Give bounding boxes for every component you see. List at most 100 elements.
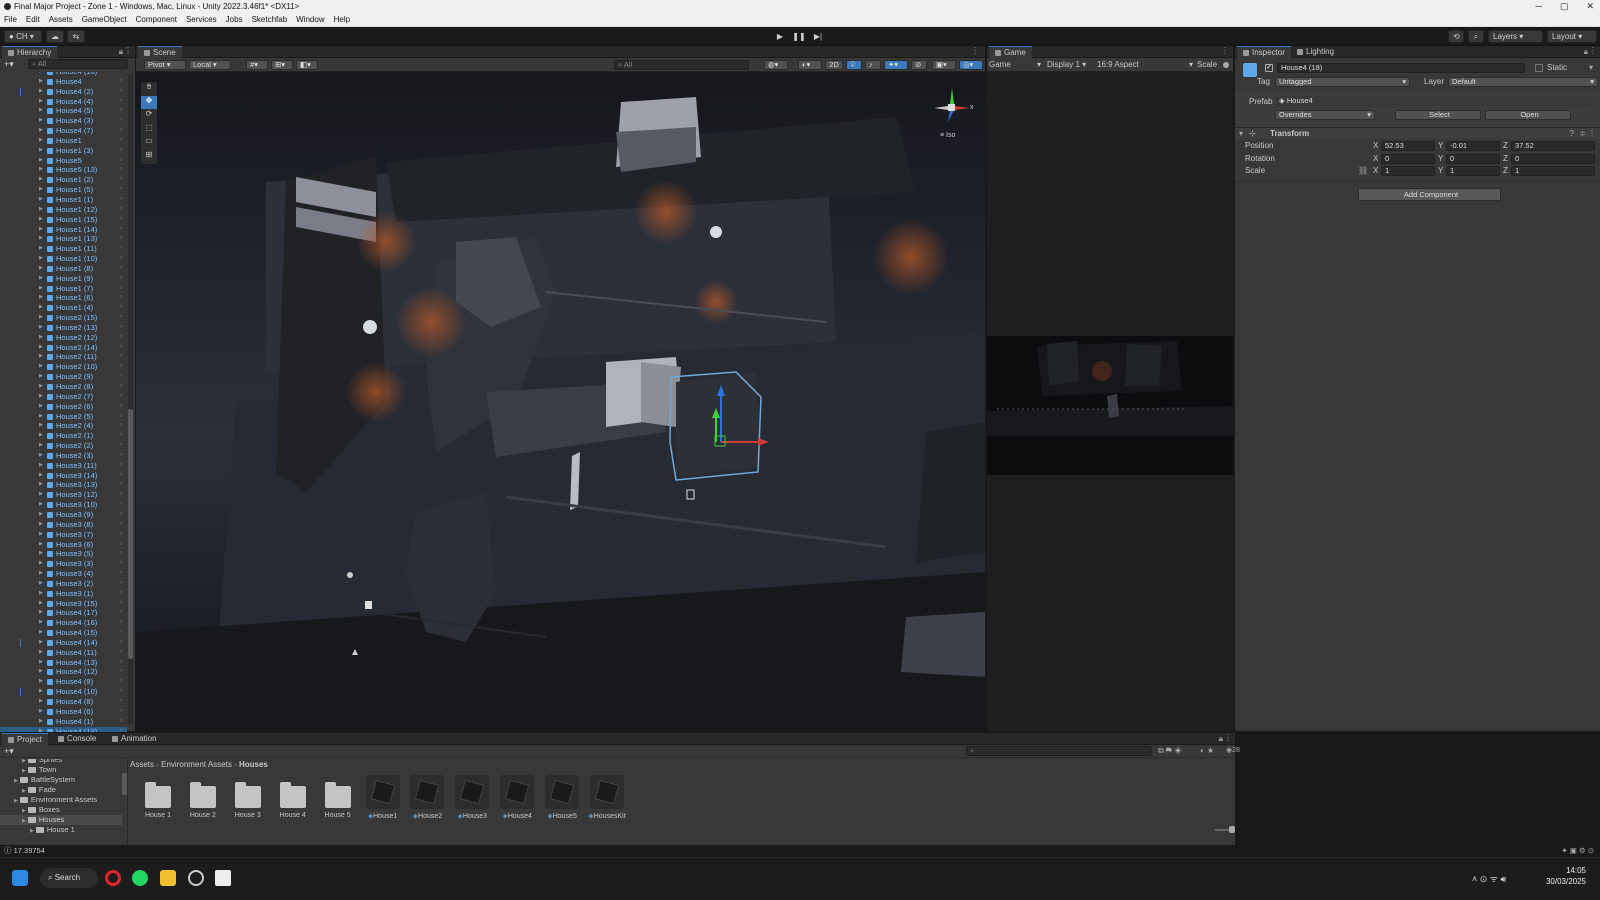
more-menu-icon[interactable]: ⋮ bbox=[1588, 129, 1596, 138]
open-prefab-icon[interactable]: › bbox=[120, 638, 122, 648]
hierarchy-item[interactable]: ▶ House2 (4) › bbox=[0, 421, 127, 431]
hierarchy-item[interactable]: ▶ House1 (9) › bbox=[0, 274, 127, 284]
expand-arrow-icon[interactable]: ▶ bbox=[39, 313, 43, 323]
file-explorer-icon[interactable] bbox=[160, 870, 176, 886]
expand-arrow-icon[interactable]: ▶ bbox=[39, 225, 43, 235]
maximize-button[interactable]: ▢ bbox=[1560, 0, 1569, 13]
more-menu-icon[interactable]: ⋮ bbox=[124, 46, 132, 55]
tab-scene[interactable]: Scene bbox=[138, 46, 182, 58]
expand-arrow-icon[interactable]: ▶ bbox=[39, 372, 43, 382]
open-prefab-icon[interactable]: › bbox=[120, 244, 122, 254]
open-prefab-icon[interactable]: › bbox=[120, 658, 122, 668]
menu-window[interactable]: Window bbox=[296, 13, 324, 26]
hierarchy-scrollbar[interactable] bbox=[128, 74, 133, 724]
scene-search-input[interactable]: ⌕ All bbox=[614, 60, 749, 70]
rect-tool-icon[interactable]: ▭ bbox=[141, 136, 157, 150]
open-prefab-icon[interactable]: › bbox=[120, 313, 122, 323]
spotify-icon[interactable] bbox=[132, 870, 148, 886]
hierarchy-item[interactable]: ▶ House4 › bbox=[0, 77, 127, 87]
project-tree-item[interactable]: ▶ Environment Assets bbox=[0, 795, 122, 805]
open-prefab-icon[interactable]: › bbox=[120, 382, 122, 392]
expand-arrow-icon[interactable]: ▶ bbox=[39, 254, 43, 264]
object-name-field[interactable]: House4 (18) bbox=[1277, 63, 1525, 73]
menu-services[interactable]: Services bbox=[186, 13, 217, 26]
hierarchy-item[interactable]: ▶ House4 (7) › bbox=[0, 126, 127, 136]
open-prefab-icon[interactable]: › bbox=[120, 303, 122, 313]
expand-arrow-icon[interactable]: ▶ bbox=[39, 106, 43, 116]
hierarchy-item[interactable]: ▶ House3 (6) › bbox=[0, 540, 127, 550]
breadcrumb-environment-assets[interactable]: Environment Assets bbox=[161, 760, 232, 769]
open-prefab-icon[interactable]: › bbox=[120, 569, 122, 579]
open-prefab-icon[interactable]: › bbox=[120, 667, 122, 677]
expand-arrow-icon[interactable]: ▶ bbox=[39, 343, 43, 353]
hierarchy-item[interactable]: ▶ House4 (12) › bbox=[0, 667, 127, 677]
hierarchy-item[interactable]: ▶ House1 (14) › bbox=[0, 225, 127, 235]
open-prefab-icon[interactable]: › bbox=[120, 480, 122, 490]
prefab-item[interactable]: ◈House5 bbox=[543, 775, 581, 820]
menu-jobs[interactable]: Jobs bbox=[226, 13, 243, 26]
expand-arrow-icon[interactable]: ▶ bbox=[22, 788, 26, 794]
open-prefab-icon[interactable]: › bbox=[120, 293, 122, 303]
hierarchy-item[interactable]: ▶ House3 (10) › bbox=[0, 500, 127, 510]
expand-arrow-icon[interactable]: ▶ bbox=[39, 707, 43, 717]
hierarchy-item[interactable]: ▶ House3 (15) › bbox=[0, 599, 127, 609]
expand-arrow-icon[interactable]: ▶ bbox=[39, 717, 43, 727]
lock-icon[interactable]: 🔒︎ bbox=[1584, 47, 1588, 57]
expand-arrow-icon[interactable]: ▶ bbox=[39, 175, 43, 185]
hierarchy-item[interactable]: ▶ House4 (2) › bbox=[0, 87, 127, 97]
tab-animation[interactable]: Animation bbox=[106, 733, 163, 745]
minimize-button[interactable]: ─ bbox=[1536, 0, 1542, 13]
hierarchy-item[interactable]: ▶ House2 (3) › bbox=[0, 451, 127, 461]
expand-arrow-icon[interactable]: ▶ bbox=[39, 549, 43, 559]
expand-arrow-icon[interactable]: ▶ bbox=[39, 480, 43, 490]
open-prefab-icon[interactable]: › bbox=[120, 687, 122, 697]
expand-arrow-icon[interactable]: ▶ bbox=[22, 768, 26, 774]
clock-time[interactable]: 14:05 bbox=[1546, 866, 1586, 875]
expand-arrow-icon[interactable]: ▶ bbox=[39, 244, 43, 254]
expand-arrow-icon[interactable]: ▶ bbox=[39, 471, 43, 481]
hierarchy-item[interactable]: ▶ House1 (6) › bbox=[0, 293, 127, 303]
expand-arrow-icon[interactable]: ▶ bbox=[39, 599, 43, 609]
scale-slider-handle[interactable] bbox=[1223, 62, 1229, 68]
expand-arrow-icon[interactable]: ▶ bbox=[30, 828, 34, 834]
expand-arrow-icon[interactable]: ▶ bbox=[39, 441, 43, 451]
open-prefab-icon[interactable]: › bbox=[120, 97, 122, 107]
open-prefab-icon[interactable]: › bbox=[120, 343, 122, 353]
open-prefab-icon[interactable]: › bbox=[120, 136, 122, 146]
breadcrumb-houses[interactable]: Houses bbox=[239, 760, 268, 769]
expand-arrow-icon[interactable]: ▶ bbox=[39, 412, 43, 422]
position-x-field[interactable]: 52.53 bbox=[1381, 141, 1435, 151]
hidden-objects-icon[interactable]: ⊘ bbox=[911, 60, 927, 70]
layers-dropdown[interactable]: Layers ▾ bbox=[1488, 30, 1543, 43]
project-tree-item[interactable]: ▶ Town bbox=[0, 765, 122, 775]
open-prefab-icon[interactable]: › bbox=[120, 126, 122, 136]
open-prefab-icon[interactable]: › bbox=[120, 618, 122, 628]
hierarchy-item[interactable]: ▶ House4 (1) › bbox=[0, 717, 127, 727]
folder-item[interactable]: House 3 bbox=[229, 775, 267, 819]
expand-arrow-icon[interactable]: ▶ bbox=[39, 146, 43, 156]
hierarchy-item[interactable]: ▶ House2 (1) › bbox=[0, 431, 127, 441]
hierarchy-item[interactable]: ▶ House1 (8) › bbox=[0, 264, 127, 274]
open-prefab-icon[interactable]: › bbox=[120, 165, 122, 175]
open-prefab-icon[interactable]: › bbox=[120, 323, 122, 333]
expand-arrow-icon[interactable]: ▶ bbox=[39, 638, 43, 648]
orientation-gizmo[interactable]: x ≡ Iso bbox=[926, 82, 976, 140]
hierarchy-item[interactable]: ▶ House1 (1) › bbox=[0, 195, 127, 205]
menu-help[interactable]: Help bbox=[334, 13, 350, 26]
prefab-select-button[interactable]: Select bbox=[1395, 110, 1481, 120]
open-prefab-icon[interactable]: › bbox=[120, 540, 122, 550]
render-mode-icon[interactable]: ◧▾ bbox=[296, 60, 318, 70]
expand-arrow-icon[interactable]: ▶ bbox=[39, 185, 43, 195]
expand-arrow-icon[interactable]: ▶ bbox=[39, 77, 43, 87]
hierarchy-item[interactable]: ▶ House2 (10) › bbox=[0, 362, 127, 372]
folder-item[interactable]: House 1 bbox=[139, 775, 177, 819]
step-icon[interactable]: ▶| bbox=[809, 30, 827, 43]
expand-arrow-icon[interactable]: ▶ bbox=[39, 352, 43, 362]
hierarchy-item[interactable]: ▶ House1 (7) › bbox=[0, 284, 127, 294]
lighting-toggle-icon[interactable]: 💡︎ bbox=[846, 60, 862, 70]
menu-assets[interactable]: Assets bbox=[49, 13, 73, 26]
hierarchy-item[interactable]: ▶ House3 (4) › bbox=[0, 569, 127, 579]
clock-date[interactable]: 30/03/2025 bbox=[1540, 877, 1586, 886]
hierarchy-item[interactable]: ▶ House4 (10) › bbox=[0, 687, 127, 697]
expand-arrow-icon[interactable]: ▶ bbox=[39, 697, 43, 707]
